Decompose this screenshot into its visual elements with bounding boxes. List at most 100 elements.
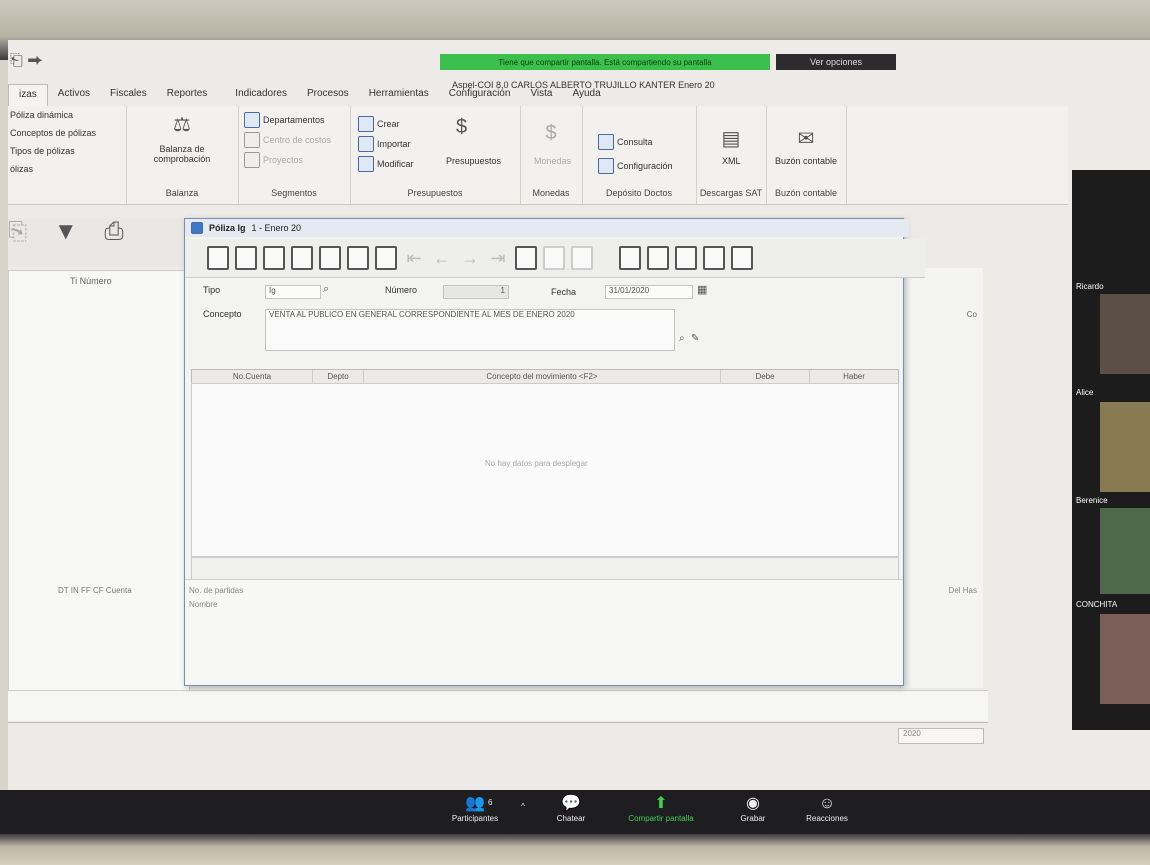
next-record-icon[interactable]: → (459, 248, 481, 269)
exit-icon[interactable] (731, 246, 753, 270)
print-icon[interactable]: ⎙ (104, 218, 123, 245)
concepto-field[interactable]: VENTA AL PUBLICO EN GENERAL CORRESPONDIE… (265, 309, 675, 351)
edit-document-icon[interactable] (235, 246, 257, 270)
presupuestos-button[interactable]: Presupuestos (446, 156, 501, 166)
monedas-button[interactable]: Monedas (534, 156, 571, 166)
link-icon[interactable] (571, 246, 593, 270)
query-document-icon[interactable] (619, 246, 641, 270)
tab-ayuda[interactable]: Ayuda (563, 84, 611, 106)
calculator-icon[interactable] (515, 246, 537, 270)
ribbon-group-buzon: ✉ Buzón contable Buzón contable (766, 106, 847, 204)
numero-field[interactable]: 1 (443, 285, 509, 299)
tab-herramientas[interactable]: Herramientas (359, 84, 439, 106)
tipo-field[interactable]: Ig (265, 285, 321, 299)
tab-activos[interactable]: Activos (48, 84, 100, 106)
record-label: Grabar (740, 814, 766, 823)
proyectos-item[interactable]: Proyectos (244, 152, 303, 168)
participant-video[interactable] (1100, 508, 1150, 594)
quick-access-icons[interactable]: ⎗ ⮕ (10, 52, 43, 70)
conceptos-polizas-item[interactable]: Conceptos de pólizas (10, 128, 96, 138)
paste-document-icon[interactable] (347, 246, 369, 270)
configuracion-item[interactable]: Configuración (598, 158, 673, 174)
reactions-button[interactable]: ☺ Reacciones (792, 794, 862, 823)
copy-document-icon[interactable] (319, 246, 341, 270)
importar-item[interactable]: Importar (358, 136, 411, 152)
tab-vista[interactable]: Vista (520, 84, 562, 106)
view-options-button[interactable]: Ver opciones (776, 54, 896, 70)
share-screen-button[interactable]: ⬆ Compartir pantalla (616, 794, 706, 823)
projects-icon (244, 152, 260, 168)
previous-record-icon[interactable]: ← (431, 248, 453, 269)
participants-button[interactable]: 👥 Participantes 6 (440, 794, 510, 823)
concept-search-icon[interactable]: ⌕ (679, 333, 685, 344)
presupuestos-group-caption: Presupuestos (407, 188, 463, 198)
ribbon-group-presupuestos: Crear Importar Modificar $ Presupuestos … (350, 106, 521, 204)
background-list-header: Ti Número (70, 276, 112, 286)
tab-configuracion[interactable]: Configuración (439, 84, 521, 106)
col-depto[interactable]: Depto (313, 370, 364, 384)
reactions-label: Reacciones (806, 814, 848, 823)
buzon-button[interactable]: Buzón contable (772, 156, 840, 166)
calendar-icon[interactable]: ▦ (697, 283, 707, 296)
chat-button[interactable]: 💬 Chatear (546, 794, 596, 823)
ribbon-group-segmentos: Departamentos Centro de costos Proyectos… (238, 106, 351, 204)
departamentos-item[interactable]: Departamentos (244, 112, 325, 128)
concept-edit-icon[interactable]: ✎ (691, 333, 699, 344)
ribbon-group-descargas: ▤ XML Descargas SAT (696, 106, 767, 204)
tab-fiscales[interactable]: Fiscales (100, 84, 157, 106)
participant-video[interactable] (1100, 614, 1150, 704)
polizas-item[interactable]: ólizas (10, 164, 33, 174)
dialog-info-panel: No. de partidas Nombre (185, 579, 903, 684)
filter-icon[interactable]: ▼ (54, 218, 78, 245)
movements-grid-body[interactable] (191, 383, 899, 557)
record-button[interactable]: ◉ Grabar (728, 794, 778, 823)
poliza-dinamica-item[interactable]: Póliza dinámica (10, 110, 73, 120)
first-record-icon[interactable]: ⇤ (403, 248, 425, 269)
year-selector[interactable]: 2020 (898, 728, 984, 744)
col-no-cuenta[interactable]: No.Cuenta (192, 370, 313, 384)
balanza-button[interactable]: Balanza de comprobación (136, 144, 228, 164)
mailbox-icon: ✉ (797, 128, 815, 150)
background-toolbar: ⎘ ▼ ⎙ (8, 218, 198, 266)
status-bar (8, 722, 988, 749)
participant-video[interactable] (1100, 402, 1150, 492)
poliza-dialog: Póliza Ig 1 - Enero 20 ⇤ ← → ⇥ Tipo Ig ⌕… (184, 218, 925, 686)
tab-polizas[interactable]: izas (8, 84, 48, 106)
export-icon[interactable] (703, 246, 725, 270)
tab-procesos[interactable]: Procesos (297, 84, 359, 106)
departments-icon (244, 112, 260, 128)
copy-icon[interactable]: ⎘ (8, 218, 27, 245)
fecha-field[interactable]: 31/01/2020 (605, 285, 693, 299)
centro-costos-item[interactable]: Centro de costos (244, 132, 331, 148)
participant-name: CONCHITA (1076, 600, 1118, 609)
empty-grid-message: No hay datos para desplegar (485, 459, 588, 468)
tab-reportes[interactable]: Reportes (157, 84, 218, 106)
reactions-icon: ☺ (818, 795, 836, 812)
search-icon[interactable]: ⌕ (323, 283, 329, 296)
background-right-pane: Co Del Has (900, 268, 983, 688)
tab-indicadores[interactable]: Indicadores (217, 84, 297, 106)
tipos-polizas-item[interactable]: Tipos de pólizas (10, 146, 75, 156)
xml-button[interactable]: XML (722, 156, 741, 166)
participant-name: Berenice (1076, 496, 1108, 505)
crear-item[interactable]: Crear (358, 116, 400, 132)
col-haber[interactable]: Haber (810, 370, 898, 384)
attach-icon[interactable] (543, 246, 565, 270)
col-debe[interactable]: Debe (721, 370, 810, 384)
save-icon[interactable] (263, 246, 285, 270)
ribbon-group-polizas: Póliza dinámica Conceptos de pólizas Tip… (8, 106, 127, 204)
last-record-icon[interactable]: ⇥ (487, 248, 509, 269)
participants-caret[interactable]: ^ (516, 802, 530, 811)
print-icon[interactable] (375, 246, 397, 270)
cancel-document-icon[interactable] (291, 246, 313, 270)
consulta-item[interactable]: Consulta (598, 134, 653, 150)
descargas-group-caption: Descargas SAT (699, 188, 763, 198)
share-screen-icon: ⬆ (654, 795, 668, 812)
budget-icon: $ (456, 116, 468, 138)
cfdi-icon[interactable] (647, 246, 669, 270)
list-icon[interactable] (675, 246, 697, 270)
new-document-icon[interactable] (207, 246, 229, 270)
col-concepto-movimiento[interactable]: Concepto del movimiento <F2> (364, 370, 721, 384)
modificar-item[interactable]: Modificar (358, 156, 414, 172)
participant-video[interactable] (1100, 294, 1150, 374)
